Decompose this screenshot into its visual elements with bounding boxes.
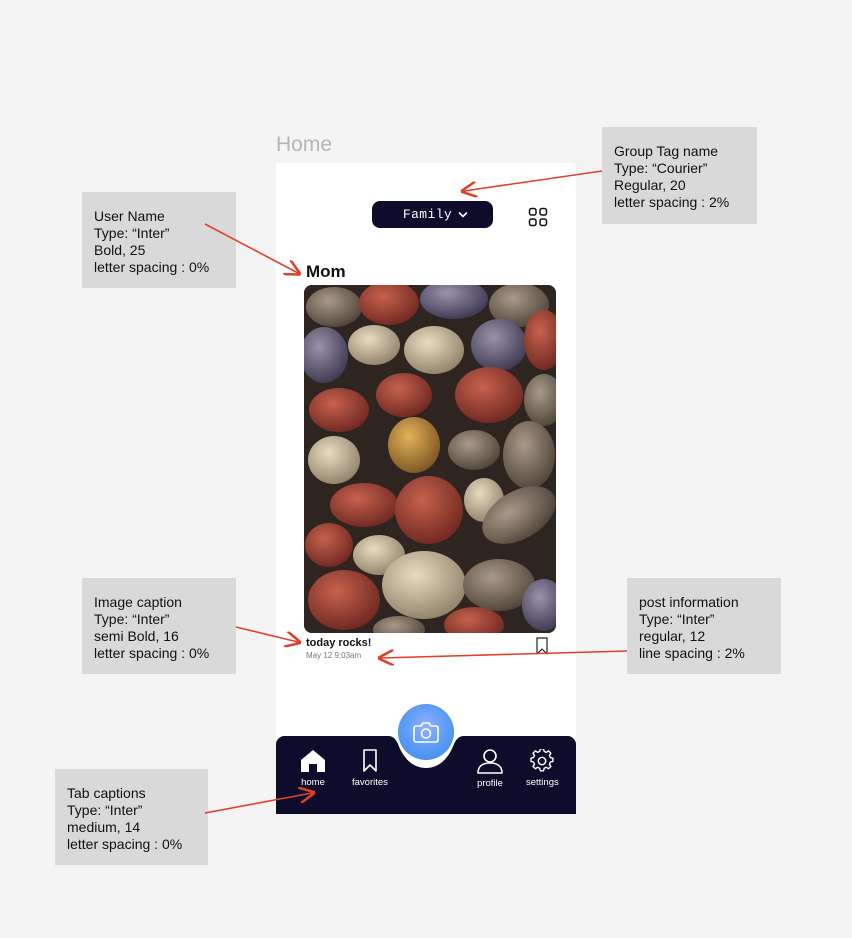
arrow-post-info [381,651,628,658]
arrow-user-name [204,223,298,273]
arrow-image-caption [235,626,298,642]
arrow-tab-captions [204,793,312,814]
arrow-group-tag [464,170,603,191]
annotation-arrows [204,170,628,814]
